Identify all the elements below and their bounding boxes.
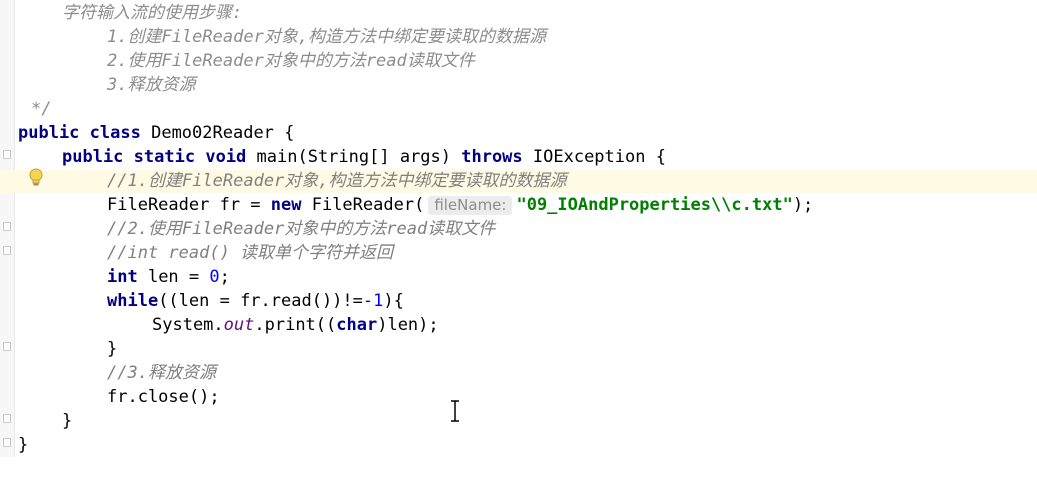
keyword: static <box>133 147 196 167</box>
code-line-while: while((len = fr.read())!=-1){ <box>0 290 1037 313</box>
line-comment: //3.释放资源 <box>107 363 216 383</box>
code-line-class-declaration: public class Demo02Reader { <box>0 122 1037 145</box>
code-text: FileReader( <box>301 195 425 215</box>
closing-brace: } <box>62 411 73 431</box>
keyword: char <box>336 315 378 335</box>
code-line: //2.使用FileReader对象中的方法read读取文件 <box>0 218 1037 241</box>
keyword: new <box>270 195 302 215</box>
number-literal: 0 <box>209 267 220 287</box>
doc-comment: 1.创建FileReader对象,构造方法中绑定要读取的数据源 <box>107 27 547 47</box>
code-line-print: System.out.print((char)len); <box>0 314 1037 337</box>
code-line: */ <box>0 98 1037 121</box>
code-line: 3.释放资源 <box>0 74 1037 97</box>
code-text: ((len = fr.read())!= <box>158 291 363 311</box>
keyword: throws <box>461 147 523 167</box>
code-text: )len); <box>377 315 439 335</box>
line-comment: //2.使用FileReader对象中的方法read读取文件 <box>107 219 496 239</box>
line-comment: //1.创建FileReader对象,构造方法中绑定要读取的数据源 <box>107 171 567 191</box>
doc-comment-end: */ <box>31 99 52 119</box>
code-line: 字符输入流的使用步骤: <box>0 2 1037 25</box>
closing-brace: } <box>107 339 118 359</box>
exception-type: IOException { <box>522 147 666 167</box>
code-line: 2.使用FileReader对象中的方法read读取文件 <box>0 50 1037 73</box>
code-line-len: int len = 0; <box>0 266 1037 289</box>
doc-comment: 3.释放资源 <box>107 75 196 95</box>
code-text: .print(( <box>254 315 337 335</box>
code-text: ; <box>219 267 230 287</box>
code-text: FileReader fr = <box>107 195 271 215</box>
code-text: fr.close(); <box>107 387 220 407</box>
code-text: len = <box>137 267 210 287</box>
class-name: Demo02Reader { <box>140 123 295 143</box>
code-line: 1.创建FileReader对象,构造方法中绑定要读取的数据源 <box>0 26 1037 49</box>
keyword: public <box>62 147 124 167</box>
keyword: void <box>205 147 247 167</box>
lightbulb-icon[interactable] <box>28 168 44 188</box>
method-signature: main(String[] args) <box>246 147 462 167</box>
text-cursor-icon <box>451 400 459 422</box>
code-line-file-reader: FileReader fr = new FileReader(fileName:… <box>0 194 1037 217</box>
code-line: fr.close(); <box>0 386 1037 409</box>
code-text: ); <box>792 195 814 215</box>
code-text: System. <box>152 315 224 335</box>
closing-brace: } <box>18 435 29 455</box>
keyword: class <box>89 123 141 143</box>
code-line: } <box>0 434 1037 457</box>
keyword: while <box>107 291 159 311</box>
code-line-method-declaration: public static void main(String[] args) t… <box>0 146 1037 169</box>
code-line: } <box>0 338 1037 361</box>
static-field: out <box>223 315 255 335</box>
number-literal: -1 <box>362 291 384 311</box>
doc-comment: 字符输入流的使用步骤: <box>62 3 243 23</box>
string-literal: "09_IOAndProperties\\c.txt" <box>516 195 793 215</box>
line-comment: //int read() 读取单个字符并返回 <box>107 243 394 263</box>
code-line-caret: //1.创建FileReader对象,构造方法中绑定要读取的数据源 <box>0 170 1037 193</box>
keyword: int <box>107 267 138 287</box>
code-text: ){ <box>383 291 404 311</box>
doc-comment: 2.使用FileReader对象中的方法read读取文件 <box>107 51 475 71</box>
keyword: public <box>18 123 80 143</box>
code-line: //3.释放资源 <box>0 362 1037 385</box>
code-line: //int read() 读取单个字符并返回 <box>0 242 1037 265</box>
code-line: } <box>0 410 1037 433</box>
parameter-hint: fileName: <box>428 196 513 215</box>
